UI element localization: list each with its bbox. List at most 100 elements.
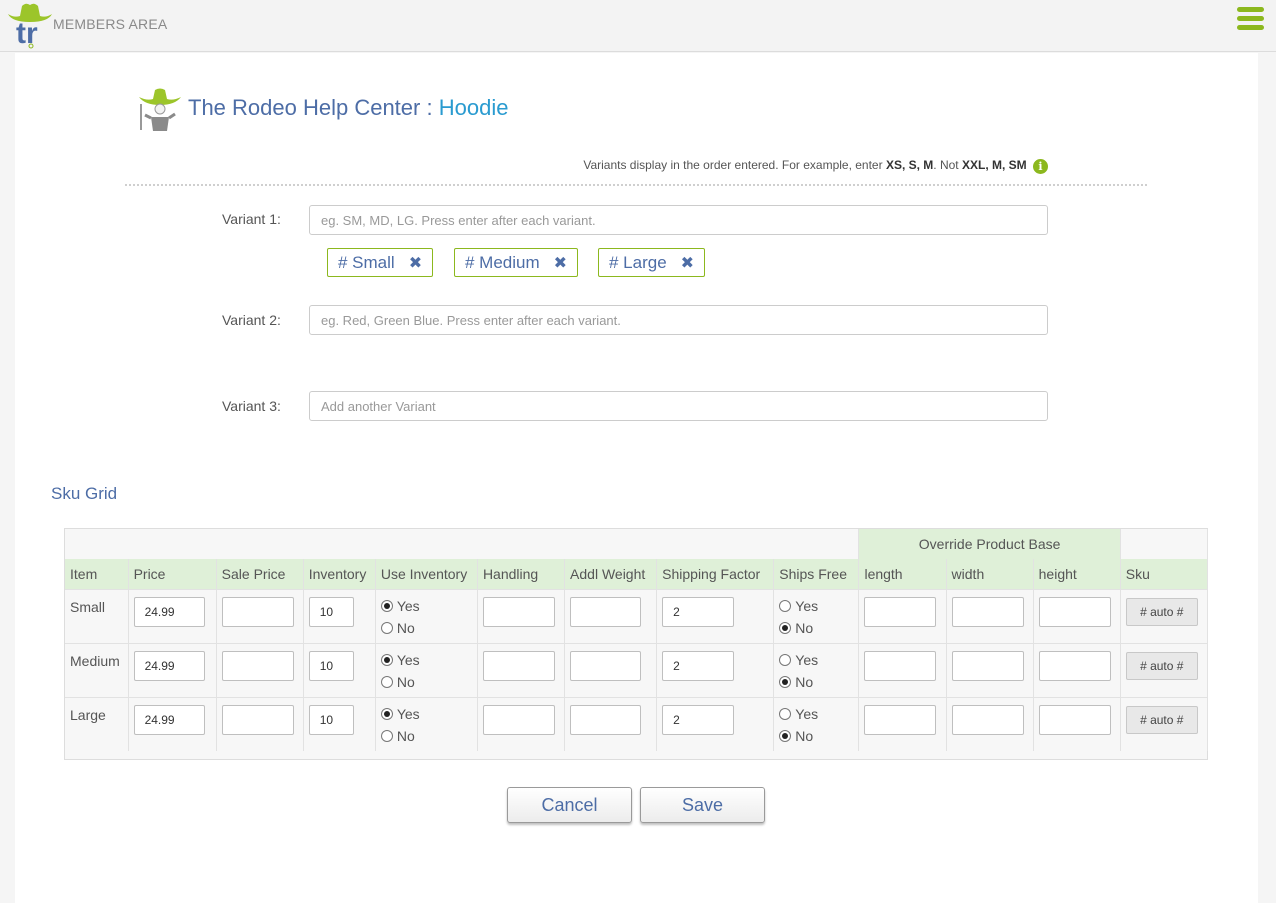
- ships-free-option-no[interactable]: No: [779, 725, 858, 747]
- radio-button[interactable]: [380, 675, 393, 688]
- grid-spacer: [65, 529, 860, 559]
- col-header: Use Inventory: [375, 559, 478, 589]
- info-icon[interactable]: i: [1033, 159, 1048, 174]
- main-panel: [15, 53, 1258, 903]
- tag-label: # Small: [338, 253, 395, 272]
- cancel-button[interactable]: Cancel: [507, 787, 632, 823]
- grid-cell: # auto #: [1120, 642, 1209, 697]
- addl-weight-input[interactable]: [570, 704, 642, 735]
- use-inventory-option-yes[interactable]: Yes: [380, 649, 477, 671]
- shipping-factor-input[interactable]: [662, 704, 735, 735]
- addl-weight-input[interactable]: [570, 596, 642, 627]
- radio-label: No: [396, 619, 415, 636]
- height-input[interactable]: [1038, 704, 1111, 735]
- variant-tag-large: # Large ✖: [598, 248, 706, 277]
- grid-cell: [303, 642, 376, 697]
- ships-free-option-yes[interactable]: Yes: [779, 595, 858, 617]
- radio-button[interactable]: [779, 653, 792, 666]
- radio-label: Yes: [396, 651, 420, 668]
- tag-label: # Large: [609, 253, 667, 272]
- title-separator: :: [426, 95, 433, 120]
- col-header: Ships Free: [773, 559, 860, 589]
- override-product-base-header: Override Product Base: [858, 529, 1121, 559]
- height-input[interactable]: [1038, 650, 1111, 681]
- radio-button[interactable]: [779, 675, 792, 688]
- col-header: Item: [65, 559, 129, 589]
- use-inventory-option-no[interactable]: No: [380, 725, 477, 747]
- radio-label: Yes: [396, 597, 420, 614]
- ships-free-option-yes[interactable]: Yes: [779, 703, 858, 725]
- width-input[interactable]: [951, 704, 1024, 735]
- radio-button[interactable]: [779, 707, 792, 720]
- grid-cell: [477, 588, 566, 643]
- price-input[interactable]: [133, 704, 205, 735]
- grid-spacer: [1120, 529, 1209, 559]
- top-bar: tr MEMBERS AREA: [0, 0, 1276, 52]
- remove-tag-icon[interactable]: ✖: [554, 255, 567, 272]
- radio-button[interactable]: [380, 729, 393, 742]
- ships-free-option-no[interactable]: No: [779, 617, 858, 639]
- sale-price-input[interactable]: [221, 596, 294, 627]
- table-row: Large Yes No Yes No # auto #: [65, 696, 1209, 751]
- hint-bad-example: XXL, M, SM: [961, 158, 1027, 172]
- radio-button[interactable]: [380, 599, 393, 612]
- save-button[interactable]: Save: [640, 787, 765, 823]
- length-input[interactable]: [864, 650, 937, 681]
- auto-sku-button[interactable]: # auto #: [1125, 651, 1198, 680]
- ships-free-option-no[interactable]: No: [779, 671, 858, 693]
- auto-sku-button[interactable]: # auto #: [1125, 597, 1198, 626]
- grid-cell: Yes No: [375, 696, 478, 751]
- width-input[interactable]: [951, 650, 1024, 681]
- hint-prefix: Variants display in the order entered. F…: [583, 158, 883, 172]
- variant1-input[interactable]: [309, 205, 1048, 235]
- use-inventory-option-yes[interactable]: Yes: [380, 595, 477, 617]
- sale-price-input[interactable]: [221, 650, 294, 681]
- grid-cell: [128, 642, 217, 697]
- variant2-input[interactable]: [309, 305, 1048, 335]
- radio-button[interactable]: [380, 653, 393, 666]
- width-input[interactable]: [951, 596, 1024, 627]
- use-inventory-option-no[interactable]: No: [380, 671, 477, 693]
- rodeo-logo-icon[interactable]: tr: [6, 0, 54, 50]
- grid-cell: [858, 588, 947, 643]
- length-input[interactable]: [864, 596, 937, 627]
- handling-input[interactable]: [482, 596, 555, 627]
- radio-label: Yes: [795, 651, 819, 668]
- radio-button[interactable]: [779, 729, 792, 742]
- use-inventory-option-yes[interactable]: Yes: [380, 703, 477, 725]
- table-row: Small Yes No Yes No # auto #: [65, 588, 1209, 643]
- handling-input[interactable]: [482, 704, 555, 735]
- radio-label: No: [795, 727, 814, 744]
- grid-cell: [216, 696, 304, 751]
- variant-tag-medium: # Medium ✖: [454, 248, 579, 277]
- remove-tag-icon[interactable]: ✖: [681, 255, 694, 272]
- shipping-factor-input[interactable]: [662, 650, 735, 681]
- sale-price-input[interactable]: [221, 704, 294, 735]
- shipping-factor-input[interactable]: [662, 596, 735, 627]
- radio-button[interactable]: [779, 621, 792, 634]
- radio-button[interactable]: [380, 707, 393, 720]
- radio-button[interactable]: [380, 621, 393, 634]
- inventory-input[interactable]: [308, 596, 354, 627]
- inventory-input[interactable]: [308, 650, 354, 681]
- item-name: Large: [65, 696, 129, 751]
- grid-cell: [303, 588, 376, 643]
- menu-icon[interactable]: [1237, 7, 1264, 33]
- radio-label: No: [396, 727, 415, 744]
- price-input[interactable]: [133, 596, 205, 627]
- use-inventory-option-no[interactable]: No: [380, 617, 477, 639]
- hint-good-example: XS, S, M: [885, 158, 934, 172]
- grid-cell: # auto #: [1120, 588, 1209, 643]
- inventory-input[interactable]: [308, 704, 354, 735]
- addl-weight-input[interactable]: [570, 650, 642, 681]
- auto-sku-button[interactable]: # auto #: [1125, 705, 1198, 734]
- price-input[interactable]: [133, 650, 205, 681]
- remove-tag-icon[interactable]: ✖: [409, 255, 422, 272]
- variant3-input[interactable]: [309, 391, 1048, 421]
- handling-input[interactable]: [482, 650, 555, 681]
- length-input[interactable]: [864, 704, 937, 735]
- radio-label: No: [795, 619, 814, 636]
- radio-button[interactable]: [779, 599, 792, 612]
- ships-free-option-yes[interactable]: Yes: [779, 649, 858, 671]
- height-input[interactable]: [1038, 596, 1111, 627]
